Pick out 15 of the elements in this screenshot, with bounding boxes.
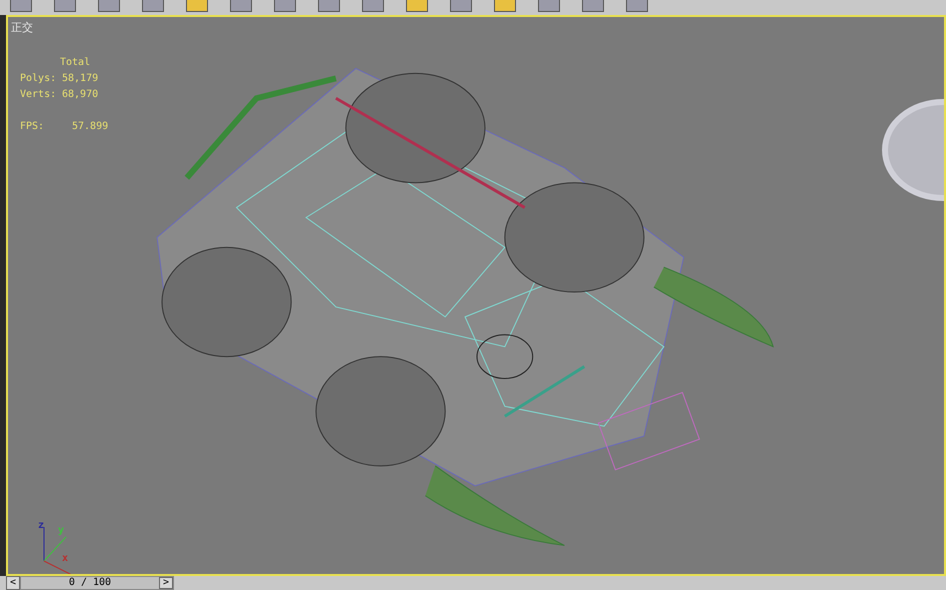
stats-header: Total [59, 56, 92, 70]
frame-counter-box[interactable]: 0 / 100 > [20, 576, 174, 590]
frame-position: 0 / 100 [68, 577, 112, 589]
stat-value: 68,970 [62, 88, 98, 102]
previous-frame-button[interactable]: < [6, 576, 20, 590]
stat-label: Verts: [20, 88, 58, 102]
axis-label: y [58, 525, 64, 536]
next-frame-button[interactable]: > [159, 577, 173, 589]
stat-label: Polys: [20, 72, 58, 86]
axis-label: x [62, 553, 68, 564]
fps-value: 57.899 [72, 120, 108, 134]
stat-value: 58,179 [62, 72, 98, 86]
viewport-label: 正交 [11, 20, 33, 35]
axis-label: z [38, 520, 44, 531]
fps-label: FPS: [20, 120, 46, 134]
